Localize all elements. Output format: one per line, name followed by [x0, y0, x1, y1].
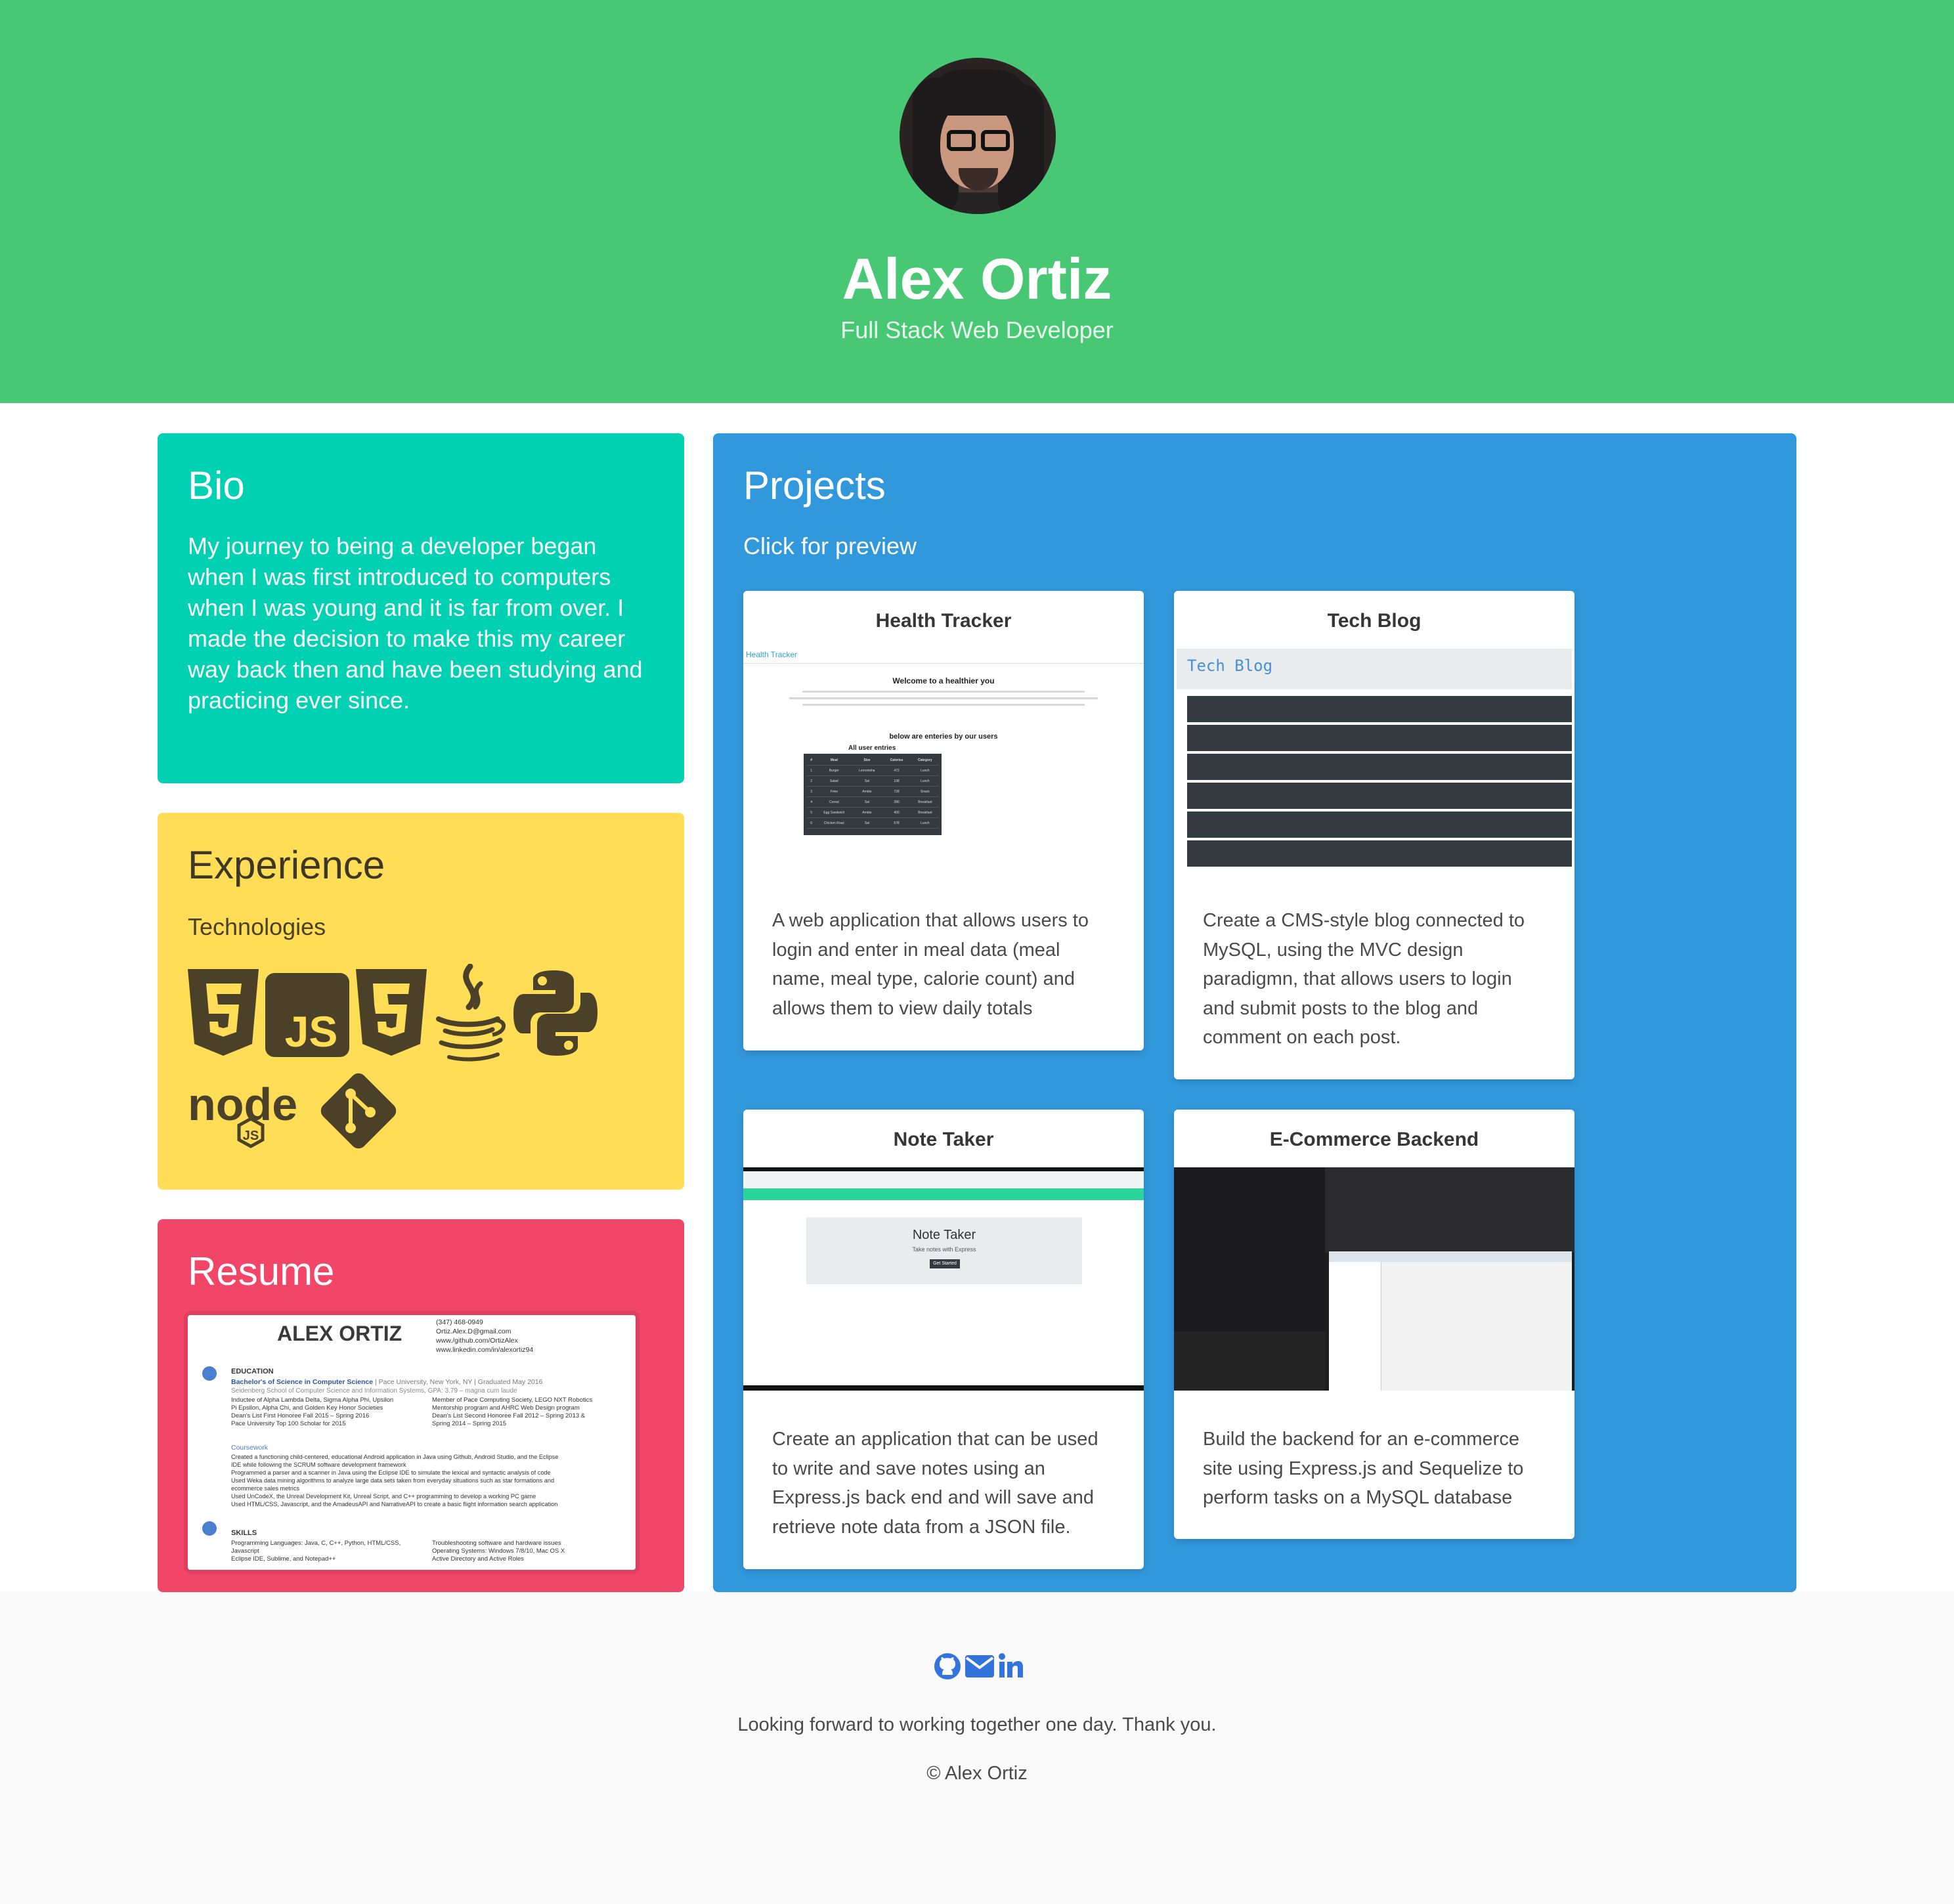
footer: Looking forward to working together one …: [0, 1592, 1954, 1904]
project-title: Tech Blog: [1327, 610, 1422, 632]
resume-skills-left: Programming Languages: Java, C, C++, Pyt…: [231, 1540, 401, 1563]
table-row: 3 Fries Amble 728 Snack: [806, 787, 939, 797]
resume-coursework: Created a functioning child-centered, ed…: [231, 1454, 559, 1507]
bio-text: My journey to being a developer began wh…: [188, 532, 643, 714]
experience-card: Experience Technologies JS node JS: [158, 813, 684, 1190]
project-card-tech-blog[interactable]: Tech Blog Tech Blog Create a CMS-style b…: [1174, 591, 1574, 1079]
svg-text:JS: JS: [243, 1129, 259, 1143]
page-subtitle: Full Stack Web Developer: [840, 316, 1114, 343]
footer-copyright: © Alex Ortiz: [926, 1763, 1028, 1784]
project-title: Note Taker: [893, 1129, 994, 1150]
table-row: 5 Egg Sandwich Amble 400 Breakfast: [806, 808, 939, 818]
projects-card: Projects Click for preview Health Tracke…: [713, 433, 1796, 1592]
project-preview-image[interactable]: [1174, 1167, 1574, 1391]
project-card-note-taker[interactable]: Note Taker Note Taker Take notes with Ex…: [743, 1110, 1144, 1569]
project-description: Build the backend for an e-commerce site…: [1203, 1429, 1524, 1508]
svg-text:JS: JS: [285, 1007, 338, 1056]
nodejs-icon: node JS: [188, 1082, 297, 1148]
linkedin-icon[interactable]: [998, 1653, 1024, 1679]
resume-name: ALEX ORTIZ: [277, 1322, 402, 1345]
social-links: [934, 1650, 1026, 1683]
resume-bullets-left: Inductee of Alpha Lambda Delta, Sigma Al…: [231, 1396, 394, 1427]
project-preview-image[interactable]: Health Tracker Welcome to a healthier yo…: [743, 649, 1144, 872]
table-row: # Meal Size Calories Category: [806, 755, 939, 766]
project-title: Health Tracker: [875, 610, 1012, 632]
javascript-icon: JS: [265, 973, 349, 1057]
table-row: 1 Burger Lemonisha 472 Lunch: [806, 766, 939, 776]
resume-card: Resume ALEX ORTIZ (347) 468-0949 Ortiz.A…: [158, 1219, 684, 1592]
projects-preview-label: Click for preview: [743, 532, 917, 559]
git-icon: [320, 1073, 397, 1149]
email-icon[interactable]: [965, 1655, 994, 1677]
resume-bullets-right: Member of Pace Computing Society, LEGO N…: [432, 1396, 593, 1427]
resume-preview-image[interactable]: ALEX ORTIZ (347) 468-0949 Ortiz.Alex.D@g…: [188, 1315, 636, 1570]
resume-contact: (347) 468-0949 Ortiz.Alex.D@gmail.com ww…: [436, 1318, 534, 1354]
project-preview-image[interactable]: Tech Blog: [1174, 649, 1574, 872]
technologies-label: Technologies: [188, 913, 326, 940]
python-icon: [513, 970, 597, 1056]
table-row: 6 Chicken Roux Sal 578 Lunch: [806, 818, 939, 829]
footer-message: Looking forward to working together one …: [737, 1714, 1217, 1735]
page-title: Alex Ortiz: [842, 246, 1112, 311]
table-row: 2 Salad Sal 198 Lunch: [806, 776, 939, 787]
profile-avatar: [900, 58, 1056, 214]
resume-title: Resume: [188, 1249, 335, 1293]
project-description: Create a CMS-style blog connected to MyS…: [1203, 910, 1525, 1048]
project-card-health-tracker[interactable]: Health Tracker Health Tracker Welcome to…: [743, 591, 1144, 1050]
github-icon[interactable]: [934, 1653, 961, 1680]
project-description: A web application that allows users to l…: [772, 910, 1089, 1019]
css3-icon: [356, 969, 427, 1056]
html5-icon: [188, 969, 259, 1056]
project-card-e-commerce-backend[interactable]: E-Commerce Backend Build the backend for…: [1174, 1110, 1574, 1539]
java-icon: [436, 964, 506, 1062]
project-title: E-Commerce Backend: [1269, 1129, 1479, 1150]
bio-title: Bio: [188, 464, 245, 508]
resume-skills-right: Troubleshooting software and hardware is…: [432, 1540, 565, 1563]
user-entries-table: # Meal Size Calories Category 1 Burger Lemonish…: [804, 754, 942, 835]
experience-title: Experience: [188, 843, 385, 887]
hero-header: Alex Ortiz Full Stack Web Developer: [0, 0, 1954, 403]
bio-card: Bio My journey to being a developer bega…: [158, 433, 684, 783]
table-row: 4 Cereal Sal 280 Breakfast: [806, 797, 939, 808]
project-preview-image[interactable]: Note Taker Take notes with Express Get S…: [743, 1167, 1144, 1391]
project-description: Create an application that can be used t…: [772, 1429, 1098, 1538]
projects-title: Projects: [743, 464, 886, 508]
